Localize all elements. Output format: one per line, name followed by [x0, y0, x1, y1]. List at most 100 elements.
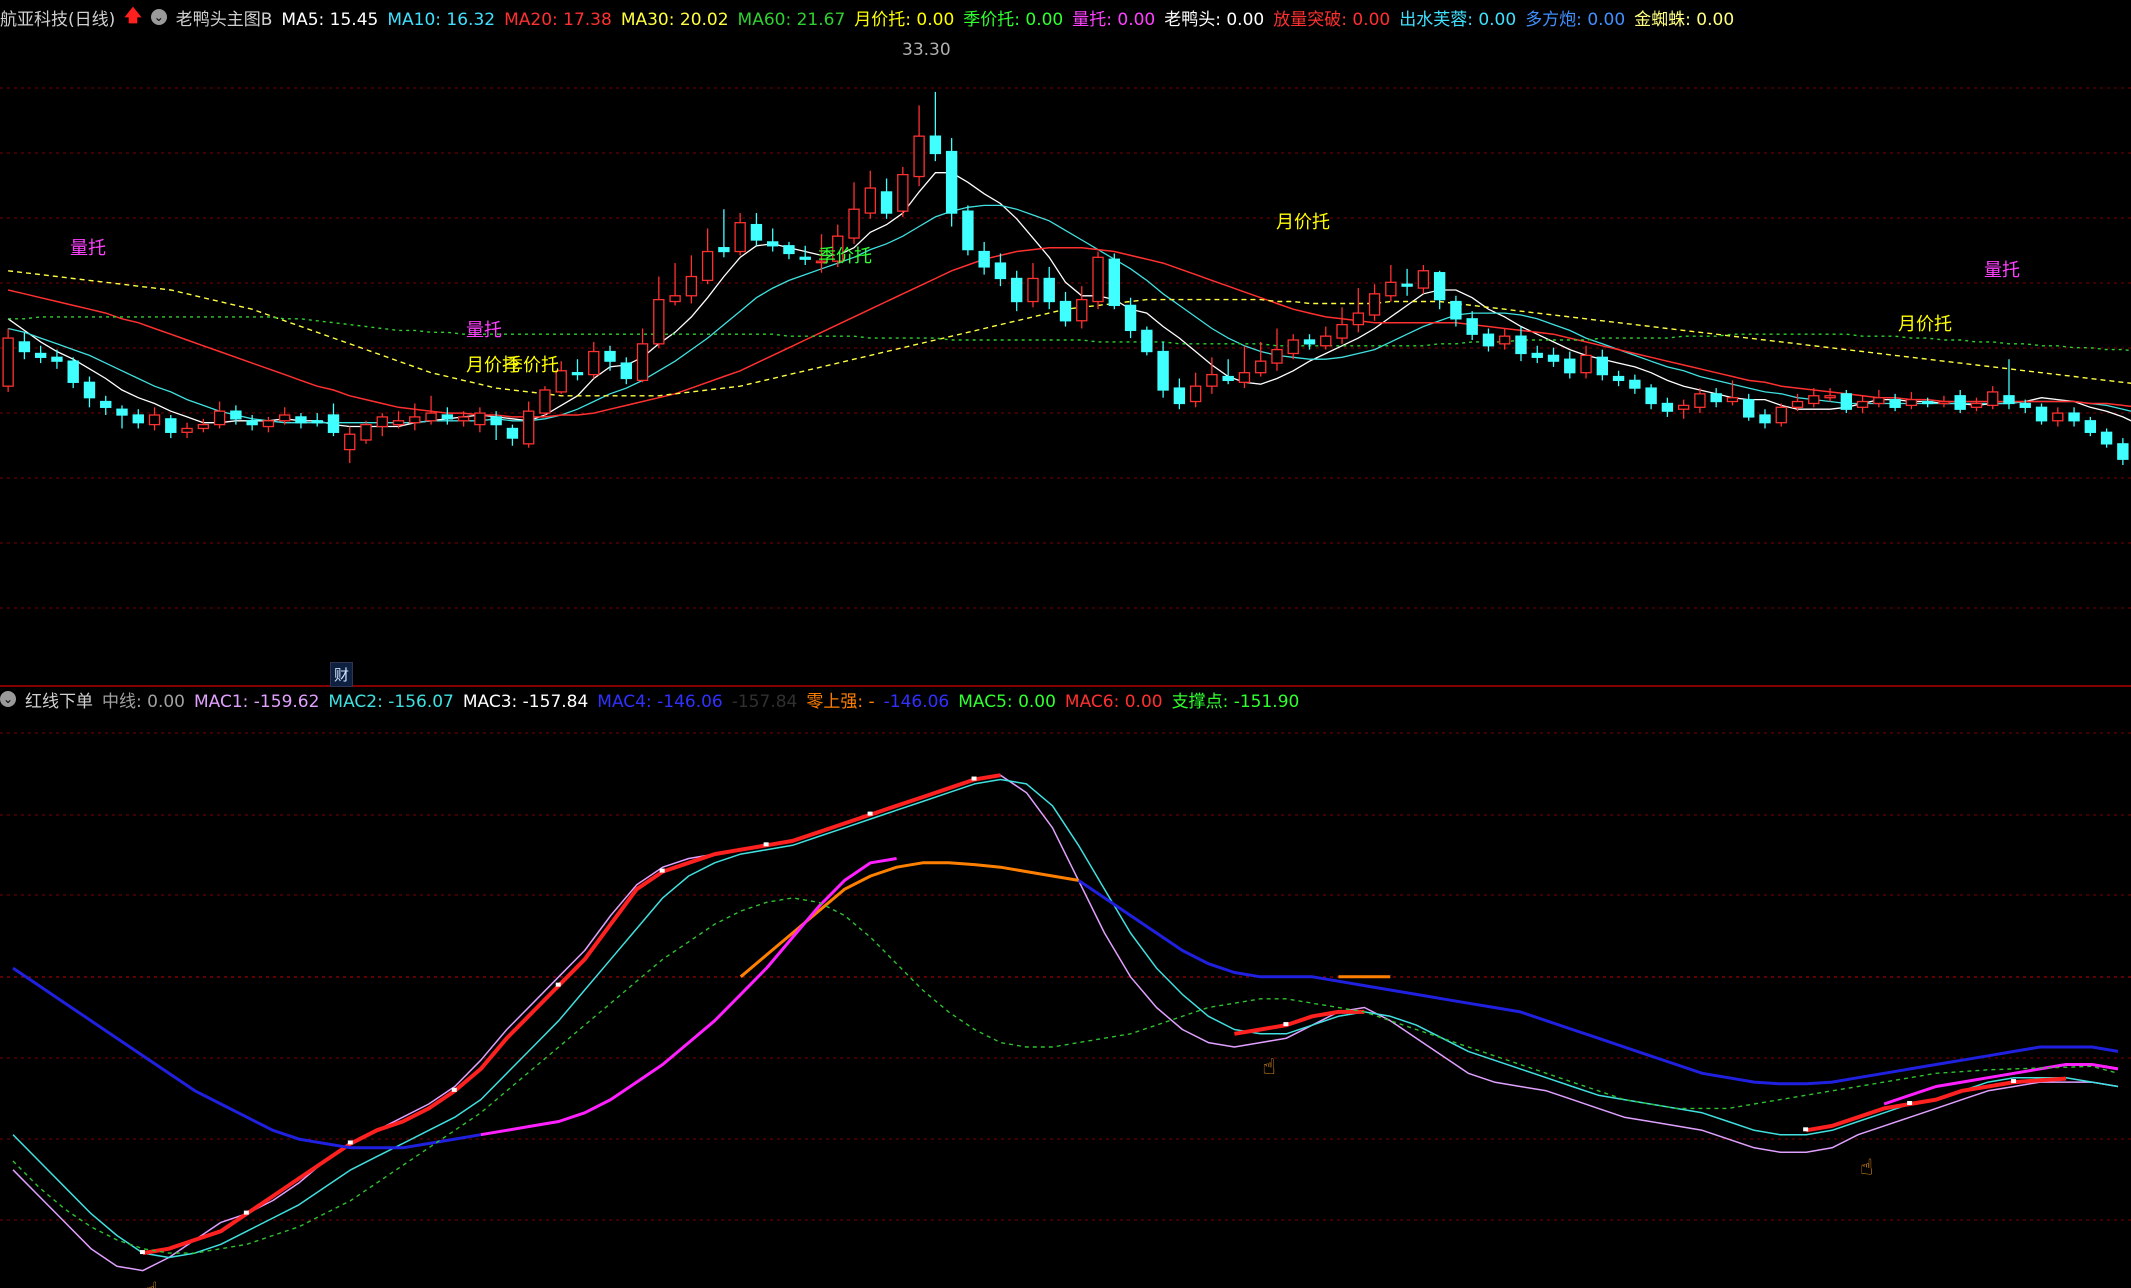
candle-body — [376, 416, 388, 428]
candle-body — [1612, 375, 1625, 382]
candle-body — [1482, 333, 1495, 347]
candle-body — [2052, 412, 2064, 422]
candle-body — [1580, 354, 1592, 374]
chart-canvas[interactable]: ☝ ☝ ☝ — [0, 0, 2131, 1288]
candle-body — [929, 135, 942, 155]
sub-indicator-values: 中线: 0.00 MAC1: -159.62 MAC2: -156.07 MAC3: … — [102, 687, 1308, 712]
candle-body — [2019, 402, 2031, 408]
candle-body — [1368, 293, 1381, 316]
subheader-value: MAC3: -157.84 — [462, 691, 589, 712]
header-value: 老鸭头: 0.00 — [1164, 9, 1265, 30]
candle-body — [1791, 400, 1804, 408]
candle-body — [1450, 300, 1462, 320]
candle-body — [1206, 373, 1218, 387]
candle-body — [588, 350, 600, 376]
candle-body — [1157, 350, 1169, 391]
candle-body — [766, 241, 779, 247]
candle-body — [1303, 339, 1316, 345]
stock-title[interactable]: 航亚科技(日线) — [0, 5, 115, 30]
indicator-line-MAC4 — [1077, 879, 2119, 1086]
candle-body — [1320, 335, 1332, 347]
candle-body — [945, 150, 958, 214]
finance-marker[interactable]: 财 — [330, 662, 354, 687]
header-value: MA20: 17.38 — [504, 9, 612, 30]
candle-body — [571, 372, 584, 376]
indicator-line-零上强 — [739, 861, 1079, 978]
candle-body — [1954, 395, 1966, 410]
main-indicator-name[interactable]: 老鸭头主图B — [176, 5, 273, 30]
candle-body — [783, 245, 795, 255]
subheader-value: MAC4: -146.06 — [597, 691, 723, 712]
candle-body — [1677, 404, 1690, 410]
ma-line-ma20 — [7, 246, 2131, 418]
candle-body — [1124, 304, 1137, 332]
candle-body — [295, 416, 307, 424]
candle-body — [425, 412, 437, 422]
quarter-support-label: 季价托 — [505, 355, 559, 376]
candle-body — [1743, 398, 1755, 418]
signal-dot — [347, 1140, 353, 1145]
candle-body — [1499, 335, 1511, 345]
candle-body — [522, 410, 535, 445]
candle-body — [1043, 277, 1055, 303]
signal-dot — [867, 811, 873, 816]
candle-body — [848, 208, 860, 239]
candle-body — [1921, 400, 1934, 405]
candle-body — [34, 352, 47, 358]
candle-body — [2117, 443, 2129, 460]
header-value: 出水芙蓉: 0.00 — [1399, 9, 1517, 30]
candle-body — [1027, 277, 1039, 303]
candle-body — [1076, 298, 1088, 322]
candle-body — [278, 414, 291, 422]
candle-body — [230, 410, 242, 420]
candle-body — [327, 414, 340, 433]
candle-body — [669, 295, 681, 303]
signal-dot — [1803, 1127, 1809, 1132]
candle-body — [213, 410, 226, 426]
signal-dot — [243, 1210, 249, 1215]
header-value: MA60: 21.67 — [737, 9, 846, 30]
candle-body — [1092, 256, 1104, 303]
signal-dot — [451, 1087, 457, 1092]
indicator-grid — [0, 732, 2131, 1221]
candle-body — [1466, 318, 1478, 335]
header-value: 月价托: 0.00 — [854, 9, 955, 30]
candle-body — [864, 187, 876, 214]
chevron-down-icon[interactable]: ⌄ — [150, 9, 167, 25]
candle-body — [51, 356, 63, 362]
volume-support-label: 量托 — [1984, 260, 2020, 281]
volume-support-label: 量托 — [70, 238, 106, 259]
candle-body — [100, 400, 112, 408]
hand-pointer-icon: ☝ — [1262, 1055, 1275, 1080]
sub-indicator-name[interactable]: 红线下单 — [25, 687, 93, 712]
chevron-down-icon[interactable]: ⌄ — [0, 691, 16, 707]
candle-body — [880, 191, 893, 214]
candle-body — [1547, 354, 1560, 362]
candle-body — [1970, 402, 1983, 408]
indicator-line-MAC6 — [480, 857, 897, 1137]
header-value: 金蜘蛛: 0.00 — [1634, 9, 1735, 30]
candle-body — [1385, 281, 1397, 297]
candle-body — [1189, 385, 1202, 403]
candle-body — [994, 262, 1007, 280]
header-value: MA10: 16.32 — [387, 9, 496, 30]
candle-body — [978, 250, 990, 268]
candle-body — [962, 210, 974, 251]
indicator-line-MAC1 — [12, 774, 2119, 1272]
candle-body — [1515, 335, 1527, 355]
candle-body — [604, 350, 616, 362]
candle-body — [132, 414, 144, 424]
candle-body — [1433, 272, 1446, 301]
volume-support-label: 量托 — [466, 320, 502, 341]
candle-body — [718, 247, 730, 253]
candle-body — [750, 223, 763, 241]
candle-body — [1726, 397, 1739, 403]
subheader-value: MAC5: 0.00 — [958, 691, 1056, 712]
indicator-lines — [12, 773, 2119, 1272]
candle-body — [1596, 356, 1609, 376]
candle-body — [799, 256, 811, 260]
candle-body — [457, 416, 470, 422]
header-value: 多方炮: 0.00 — [1525, 9, 1626, 30]
candle-body — [1808, 395, 1820, 405]
candle-body — [1564, 358, 1576, 374]
